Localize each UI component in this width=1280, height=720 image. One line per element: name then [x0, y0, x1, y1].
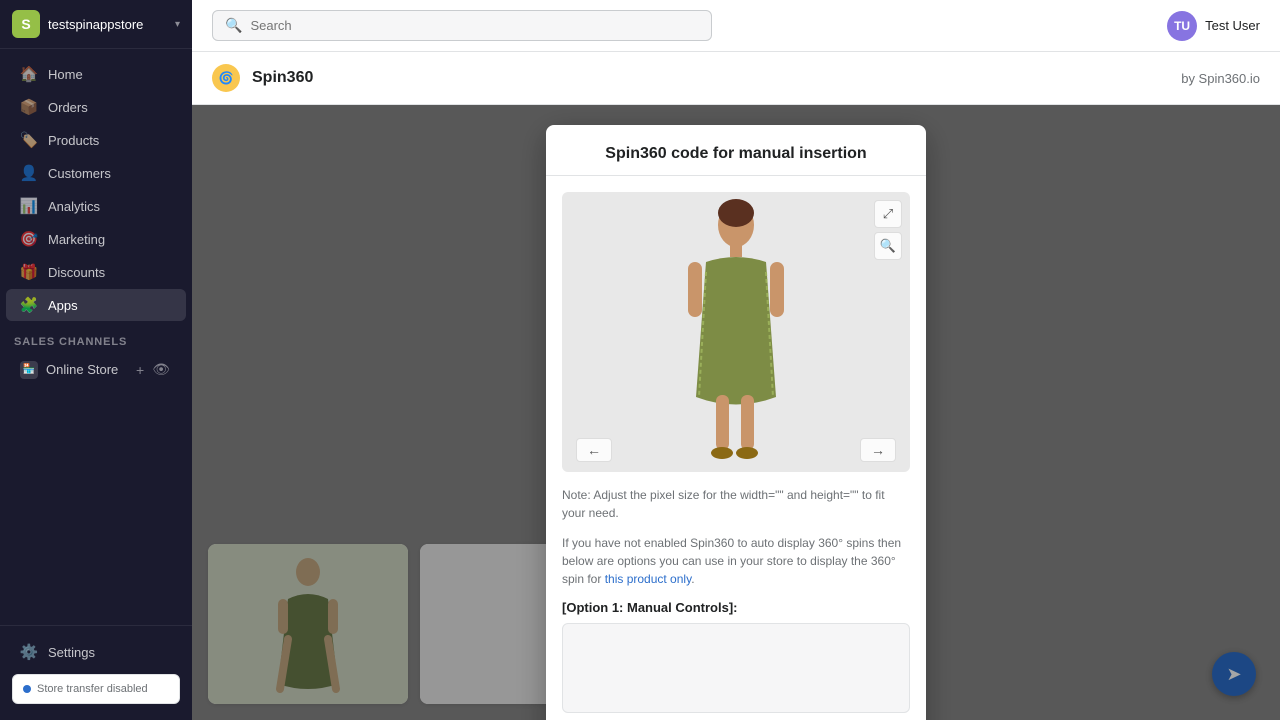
content-area: Spin360 code for manual insertion	[192, 105, 1280, 720]
analytics-icon: 📊	[20, 197, 38, 215]
sidebar-item-label: Products	[48, 133, 99, 148]
sidebar-item-products[interactable]: 🏷️ Products	[6, 124, 186, 156]
viewer-navigation: ← →	[562, 438, 910, 462]
sidebar-item-label: Orders	[48, 100, 88, 115]
modal-title: Spin360 code for manual insertion	[546, 125, 926, 176]
sidebar-item-label: Apps	[48, 298, 78, 313]
user-name: Test User	[1205, 18, 1260, 33]
sidebar-item-orders[interactable]: 📦 Orders	[6, 91, 186, 123]
app-logo-icon: 🌀	[219, 71, 234, 85]
chevron-down-icon: ▾	[175, 19, 180, 30]
app-title: Spin360	[252, 69, 1169, 87]
marketing-icon: 🎯	[20, 230, 38, 248]
search-icon: 🔍	[225, 17, 242, 34]
product-viewer[interactable]: ⤢ 🔍 ← →	[562, 192, 910, 472]
store-transfer-banner: Store transfer disabled	[12, 674, 180, 704]
search-bar[interactable]: 🔍	[212, 10, 712, 41]
channel-actions: + 👁	[134, 359, 172, 380]
store-name: testspinappstore	[48, 17, 167, 32]
modal-overlay[interactable]: Spin360 code for manual insertion	[192, 105, 1280, 720]
viewer-controls: ⤢ 🔍	[874, 200, 902, 260]
shopify-logo: S	[12, 10, 40, 38]
sidebar-item-label: Discounts	[48, 265, 105, 280]
sales-channels-section-label: SALES CHANNELS	[0, 322, 192, 352]
gear-icon: ⚙️	[20, 643, 38, 661]
sidebar: S testspinappstore ▾ 🏠 Home 📦 Orders 🏷️ …	[0, 0, 192, 720]
view-channel-button[interactable]: 👁	[150, 359, 172, 380]
apps-icon: 🧩	[20, 296, 38, 314]
sidebar-item-apps[interactable]: 🧩 Apps	[6, 289, 186, 321]
code-block-1[interactable]	[562, 623, 910, 713]
online-store-icon: 🏪	[20, 361, 38, 379]
period: .	[691, 572, 694, 586]
sidebar-item-discounts[interactable]: 🎁 Discounts	[6, 256, 186, 288]
sidebar-item-label: Home	[48, 67, 83, 82]
sidebar-item-label: Analytics	[48, 199, 100, 214]
products-icon: 🏷️	[20, 131, 38, 149]
note-text: Note: Adjust the pixel size for the widt…	[562, 488, 885, 520]
sidebar-item-online-store[interactable]: 🏪 Online Store + 👁	[6, 353, 186, 386]
add-channel-button[interactable]: +	[134, 359, 146, 380]
orders-icon: 📦	[20, 98, 38, 116]
model-figure-svg	[651, 197, 821, 467]
topbar: 🔍 TU Test User	[192, 0, 1280, 52]
customers-icon: 👤	[20, 164, 38, 182]
next-arrow-button[interactable]: →	[860, 438, 896, 462]
fullscreen-button[interactable]: ⤢	[874, 200, 902, 228]
modal-paragraph: If you have not enabled Spin360 to auto …	[562, 534, 910, 588]
sidebar-item-home[interactable]: 🏠 Home	[6, 58, 186, 90]
home-icon: 🏠	[20, 65, 38, 83]
avatar: TU	[1167, 11, 1197, 41]
zoom-button[interactable]: 🔍	[874, 232, 902, 260]
prev-arrow-button[interactable]: ←	[576, 438, 612, 462]
info-icon	[23, 685, 31, 693]
topbar-right: TU Test User	[1167, 11, 1260, 41]
online-store-label: Online Store	[46, 362, 118, 377]
discounts-icon: 🎁	[20, 263, 38, 281]
product-link[interactable]: this product only	[605, 572, 692, 586]
sidebar-item-marketing[interactable]: 🎯 Marketing	[6, 223, 186, 255]
main-content: 🔍 TU Test User 🌀 Spin360 by Spin360.io	[192, 0, 1280, 720]
modal-body: ⤢ 🔍 ← → Note: Adjust the pixel size for …	[546, 176, 926, 720]
sidebar-item-label: Marketing	[48, 232, 105, 247]
option1-label: [Option 1: Manual Controls]:	[562, 600, 910, 615]
app-by-label: by Spin360.io	[1181, 71, 1260, 86]
sidebar-nav: 🏠 Home 📦 Orders 🏷️ Products 👤 Customers …	[0, 49, 192, 625]
sidebar-item-analytics[interactable]: 📊 Analytics	[6, 190, 186, 222]
sidebar-item-settings[interactable]: ⚙️ Settings	[6, 636, 186, 668]
settings-label: Settings	[48, 645, 95, 660]
app-header: 🌀 Spin360 by Spin360.io	[192, 52, 1280, 105]
store-selector[interactable]: S testspinappstore ▾	[0, 0, 192, 49]
search-input[interactable]	[250, 18, 699, 33]
sidebar-item-customers[interactable]: 👤 Customers	[6, 157, 186, 189]
sidebar-footer: ⚙️ Settings Store transfer disabled	[0, 625, 192, 720]
store-transfer-label: Store transfer disabled	[37, 683, 148, 695]
modal-dialog: Spin360 code for manual insertion	[546, 125, 926, 720]
app-logo: 🌀	[212, 64, 240, 92]
modal-note: Note: Adjust the pixel size for the widt…	[562, 486, 910, 522]
sidebar-item-label: Customers	[48, 166, 111, 181]
